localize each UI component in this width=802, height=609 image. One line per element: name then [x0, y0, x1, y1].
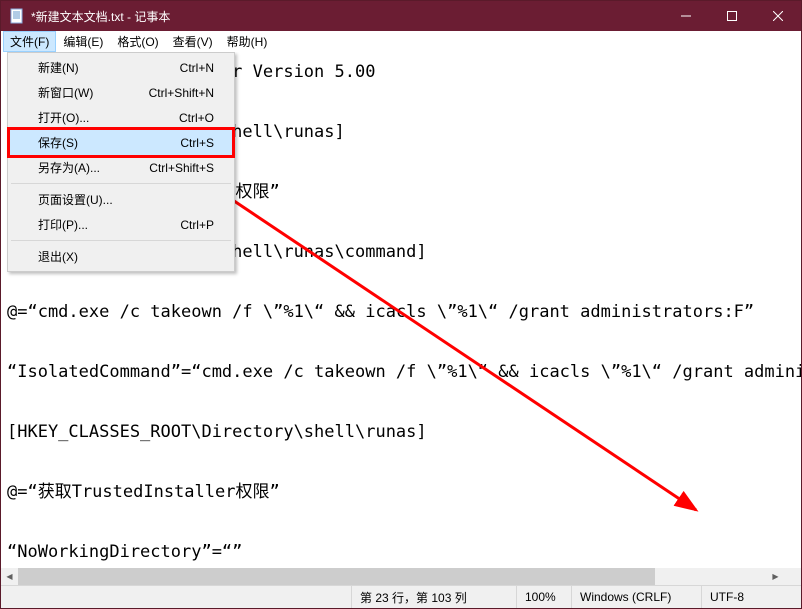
- menubar: 文件(F) 编辑(E) 格式(O) 查看(V) 帮助(H): [1, 31, 801, 52]
- menuitem-shortcut: Ctrl+N: [180, 61, 214, 75]
- window-title: *新建文本文档.txt - 记事本: [31, 8, 663, 25]
- statusbar: 第 23 行，第 103 列 100% Windows (CRLF) UTF-8: [1, 585, 801, 608]
- scroll-left-button[interactable]: ◀: [1, 568, 18, 585]
- menuitem-label: 退出(X): [38, 248, 78, 265]
- menu-help[interactable]: 帮助(H): [220, 31, 275, 52]
- scroll-track[interactable]: [18, 568, 767, 585]
- menuitem-shortcut: Ctrl+Shift+S: [149, 161, 214, 175]
- menuitem-label: 另存为(A)...: [38, 159, 100, 176]
- maximize-button[interactable]: [709, 1, 755, 31]
- menuitem-save[interactable]: 保存(S) Ctrl+S: [10, 130, 232, 155]
- menuitem-newwindow[interactable]: 新窗口(W) Ctrl+Shift+N: [10, 80, 232, 105]
- scroll-corner: [784, 568, 801, 585]
- status-zoom: 100%: [516, 586, 571, 608]
- status-eol: Windows (CRLF): [571, 586, 701, 608]
- app-icon: [9, 8, 25, 24]
- menuitem-label: 新窗口(W): [38, 84, 93, 101]
- close-button[interactable]: [755, 1, 801, 31]
- status-encoding: UTF-8: [701, 586, 801, 608]
- menuitem-open[interactable]: 打开(O)... Ctrl+O: [10, 105, 232, 130]
- menuitem-shortcut: Ctrl+P: [180, 218, 214, 232]
- menuitem-shortcut: Ctrl+Shift+N: [149, 86, 214, 100]
- minimize-button[interactable]: [663, 1, 709, 31]
- menuitem-label: 打开(O)...: [38, 109, 89, 126]
- notepad-window: *新建文本文档.txt - 记事本 文件(F) 编辑(E) 格式(O) 查看(V…: [0, 0, 802, 609]
- menuitem-pagesetup[interactable]: 页面设置(U)...: [10, 187, 232, 212]
- menuitem-label: 保存(S): [38, 134, 78, 151]
- menu-separator: [11, 183, 231, 184]
- menu-separator: [11, 240, 231, 241]
- menuitem-shortcut: Ctrl+S: [180, 136, 214, 150]
- menuitem-saveas[interactable]: 另存为(A)... Ctrl+Shift+S: [10, 155, 232, 180]
- menuitem-label: 页面设置(U)...: [38, 191, 113, 208]
- menu-file[interactable]: 文件(F): [3, 31, 56, 52]
- menuitem-print[interactable]: 打印(P)... Ctrl+P: [10, 212, 232, 237]
- menuitem-label: 新建(N): [38, 59, 79, 76]
- scroll-thumb[interactable]: [18, 568, 655, 585]
- status-position: 第 23 行，第 103 列: [351, 586, 516, 608]
- menu-format[interactable]: 格式(O): [110, 31, 165, 52]
- titlebar[interactable]: *新建文本文档.txt - 记事本: [1, 1, 801, 31]
- menu-edit[interactable]: 编辑(E): [56, 31, 110, 52]
- menuitem-exit[interactable]: 退出(X): [10, 244, 232, 269]
- menuitem-new[interactable]: 新建(N) Ctrl+N: [10, 55, 232, 80]
- window-buttons: [663, 1, 801, 31]
- content-area: Windows Registry Editor Version 5.00 [HK…: [1, 52, 801, 585]
- menu-view[interactable]: 查看(V): [166, 31, 220, 52]
- file-menu-dropdown: 新建(N) Ctrl+N 新窗口(W) Ctrl+Shift+N 打开(O)... C…: [7, 52, 235, 272]
- menuitem-label: 打印(P)...: [38, 216, 88, 233]
- menuitem-shortcut: Ctrl+O: [179, 111, 214, 125]
- horizontal-scrollbar[interactable]: ◀ ▶: [1, 568, 784, 585]
- scroll-right-button[interactable]: ▶: [767, 568, 784, 585]
